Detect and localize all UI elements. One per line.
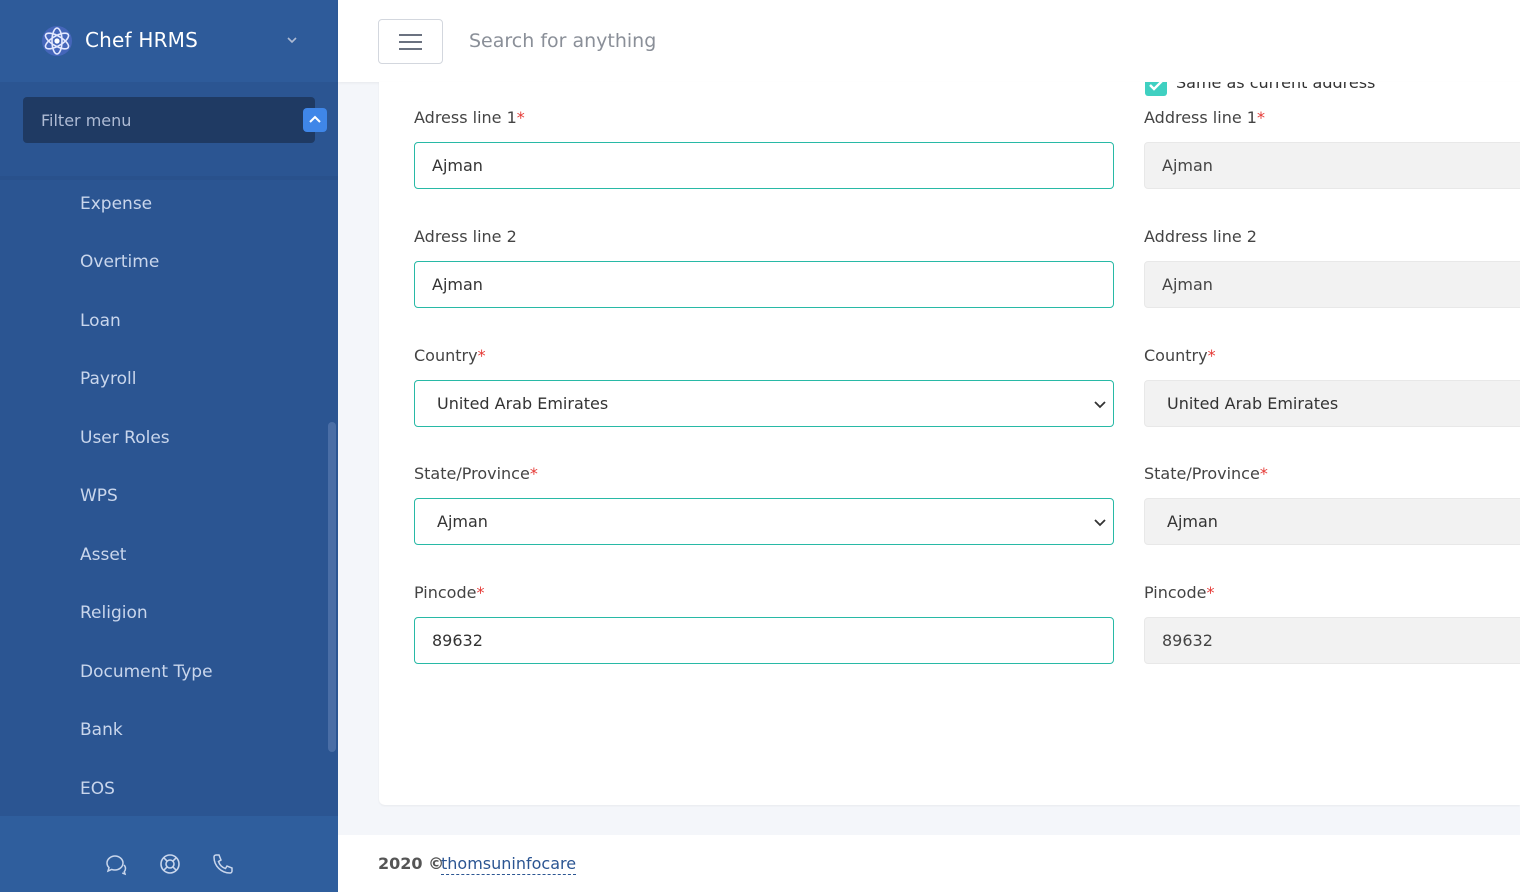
required-mark: *: [529, 464, 538, 483]
sidebar: Chef HRMS Expense Overtime Loan Payroll …: [0, 0, 338, 892]
permanent-address2-label: Address line 2: [1144, 227, 1257, 246]
required-mark: *: [1207, 346, 1216, 365]
required-mark: *: [1256, 108, 1265, 127]
collapse-filter-button[interactable]: [303, 108, 327, 132]
current-address1-label: Adress line 1*: [414, 107, 525, 129]
required-mark: *: [477, 346, 486, 365]
permanent-address1-label-text: Address line 1: [1144, 108, 1257, 127]
app-name: Chef HRMS: [85, 28, 199, 52]
sidebar-scrollbar[interactable]: [328, 422, 336, 752]
current-country-value: United Arab Emirates: [437, 394, 609, 413]
sidebar-item-payroll[interactable]: Payroll: [80, 366, 136, 392]
permanent-country-label-text: Country: [1144, 346, 1208, 365]
sidebar-item-overtime[interactable]: Overtime: [80, 249, 159, 275]
sidebar-item-expense[interactable]: Expense: [80, 191, 152, 217]
brand-header: Chef HRMS: [0, 0, 338, 82]
chevron-down-icon: [1094, 519, 1106, 527]
permanent-state-select: Ajman: [1144, 498, 1520, 545]
required-mark: *: [1259, 464, 1268, 483]
sidebar-item-document-type[interactable]: Document Type: [80, 659, 213, 685]
filter-menu-box: [23, 97, 327, 143]
page-footer: 2020 © thomsuninfocare: [338, 835, 1520, 892]
sidebar-item-eos[interactable]: EOS: [80, 776, 115, 802]
sidebar-item-asset[interactable]: Asset: [80, 542, 126, 568]
permanent-country-value: United Arab Emirates: [1167, 394, 1339, 413]
sidebar-menu: Expense Overtime Loan Payroll User Roles…: [0, 180, 338, 816]
current-address2-label: Adress line 2: [414, 227, 517, 246]
required-mark: *: [476, 583, 485, 602]
required-mark: *: [1206, 583, 1215, 602]
same-as-current-checkbox[interactable]: [1145, 82, 1167, 96]
phone-icon[interactable]: [211, 852, 235, 876]
top-header: [338, 0, 1520, 82]
permanent-address1-input: [1144, 142, 1520, 189]
sidebar-item-loan[interactable]: Loan: [80, 308, 121, 334]
permanent-state-label: State/Province*: [1144, 463, 1268, 485]
filter-menu-input[interactable]: [23, 97, 273, 143]
current-country-select[interactable]: United Arab Emirates: [414, 380, 1114, 427]
current-state-select[interactable]: Ajman: [414, 498, 1114, 545]
current-pincode-input[interactable]: [414, 617, 1114, 664]
permanent-country-label: Country*: [1144, 345, 1216, 367]
hamburger-line: [399, 48, 422, 50]
sidebar-item-user-roles[interactable]: User Roles: [80, 425, 170, 451]
current-state-value: Ajman: [437, 512, 488, 531]
permanent-country-select: United Arab Emirates: [1144, 380, 1520, 427]
chevron-down-icon[interactable]: [284, 32, 300, 48]
chevron-down-icon: [1094, 401, 1106, 409]
current-pincode-label-text: Pincode: [414, 583, 477, 602]
current-state-label: State/Province*: [414, 463, 538, 485]
current-address1-label-text: Adress line 1: [414, 108, 517, 127]
address-form-card: Same as current address Adress line 1* A…: [379, 82, 1520, 805]
permanent-address2-input: [1144, 261, 1520, 308]
chat-icon[interactable]: [104, 852, 128, 876]
permanent-pincode-input: [1144, 617, 1520, 664]
sidebar-item-religion[interactable]: Religion: [80, 600, 148, 626]
sidebar-item-bank[interactable]: Bank: [80, 717, 123, 743]
checkmark-icon: [1149, 82, 1163, 91]
permanent-state-value: Ajman: [1167, 512, 1218, 531]
lifebuoy-icon[interactable]: [158, 852, 182, 876]
permanent-pincode-label-text: Pincode: [1144, 583, 1207, 602]
permanent-pincode-label: Pincode*: [1144, 582, 1214, 604]
permanent-state-label-text: State/Province: [1144, 464, 1260, 483]
company-link[interactable]: thomsuninfocare: [441, 853, 577, 875]
global-search-input[interactable]: [469, 26, 889, 56]
current-country-label: Country*: [414, 345, 486, 367]
sidebar-item-wps[interactable]: WPS: [80, 483, 118, 509]
current-address1-input[interactable]: [414, 142, 1114, 189]
hamburger-line: [399, 34, 422, 36]
current-address2-input[interactable]: [414, 261, 1114, 308]
current-country-label-text: Country: [414, 346, 478, 365]
current-pincode-label: Pincode*: [414, 582, 484, 604]
permanent-address1-label: Address line 1*: [1144, 107, 1265, 129]
menu-toggle-button[interactable]: [378, 19, 443, 64]
copyright-text: 2020 ©: [378, 854, 445, 873]
same-as-current-label: Same as current address: [1176, 82, 1376, 92]
hamburger-line: [399, 41, 422, 43]
chevron-up-icon: [309, 115, 321, 123]
atom-logo-icon: [42, 26, 72, 56]
current-state-label-text: State/Province: [414, 464, 530, 483]
required-mark: *: [516, 108, 525, 127]
